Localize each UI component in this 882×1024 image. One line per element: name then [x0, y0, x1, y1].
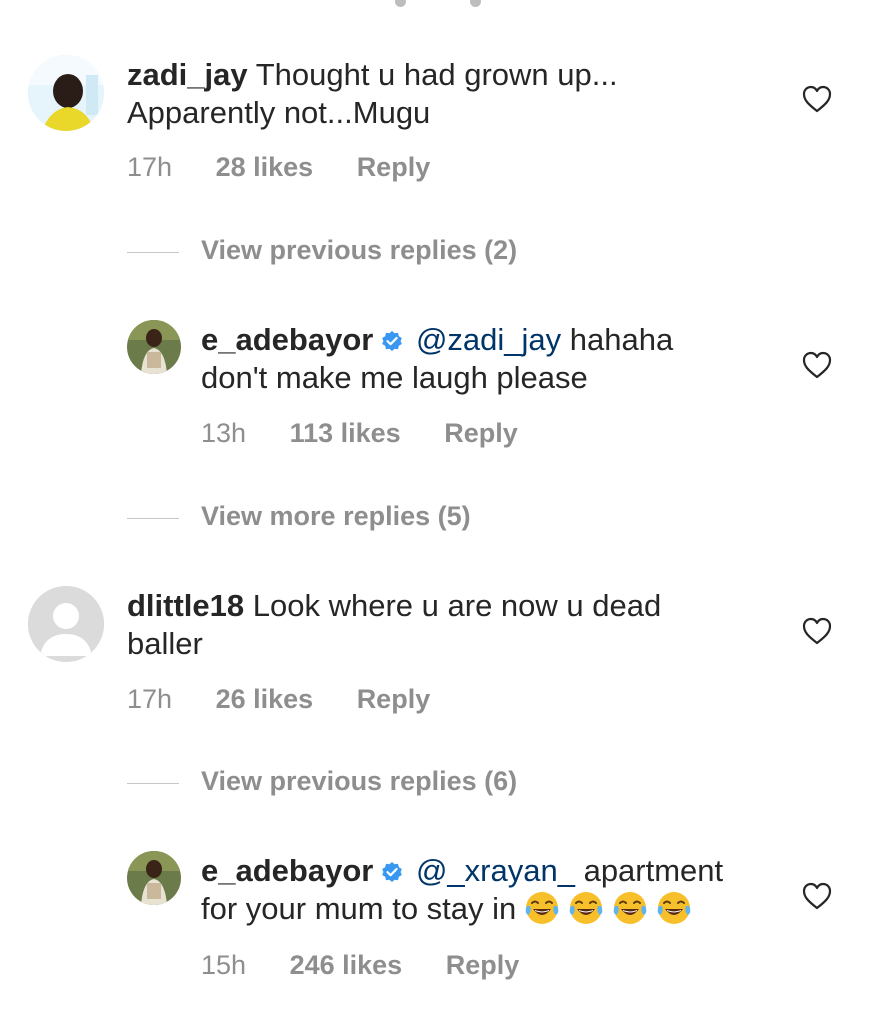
clipped-top-dots [0, 0, 882, 10]
timestamp: 17h [127, 152, 173, 182]
heart-outline-icon[interactable] [802, 85, 832, 113]
likes-count[interactable]: 246 likes [290, 950, 403, 980]
username[interactable]: e_adebayor [201, 322, 373, 357]
comment-body-line2: Apparently not...Mugu [127, 95, 431, 130]
comment-text: zadi_jay Thought u had grown up... Appar… [127, 56, 747, 132]
view-replies-label[interactable]: View more replies (5) [201, 501, 471, 532]
comment-body: apartment [583, 853, 724, 888]
comment-body-line2: for your mum to stay in [201, 891, 517, 926]
avatar[interactable] [127, 320, 181, 374]
comment-text: e_adebayor @_xrayan_ apartment for your … [201, 852, 781, 928]
tears-of-joy-emoji-icon [569, 892, 603, 924]
likes-count[interactable]: 28 likes [216, 152, 314, 182]
divider-line [127, 252, 179, 253]
heart-outline-icon[interactable] [802, 351, 832, 379]
tears-of-joy-emoji-icon [657, 892, 691, 924]
comment-meta: 17h 26 likes Reply [127, 684, 466, 715]
comment-meta: 15h 246 likes Reply [201, 950, 555, 981]
view-replies-label[interactable]: View previous replies (2) [201, 235, 517, 266]
view-replies-label[interactable]: View previous replies (6) [201, 766, 517, 797]
divider-line [127, 783, 179, 784]
mention-link[interactable]: @_xrayan_ [416, 853, 575, 888]
comment-text: e_adebayor @zadi_jay hahaha don't make m… [201, 321, 761, 397]
comment-body-line2: baller [127, 626, 203, 661]
timestamp: 17h [127, 684, 173, 714]
comment-meta: 17h 28 likes Reply [127, 152, 466, 183]
user-photo [28, 55, 104, 131]
username[interactable]: dlittle18 [127, 588, 244, 623]
avatar[interactable] [28, 586, 104, 662]
reply-button[interactable]: Reply [444, 418, 518, 448]
comment-meta: 13h 113 likes Reply [201, 418, 554, 449]
avatar[interactable] [28, 55, 104, 131]
user-photo [127, 851, 181, 905]
timestamp: 15h [201, 950, 247, 980]
tears-of-joy-emoji-icon [613, 892, 647, 924]
heart-outline-icon[interactable] [802, 617, 832, 645]
avatar[interactable] [127, 851, 181, 905]
divider-line [127, 518, 179, 519]
tears-of-joy-emoji-icon [525, 892, 559, 924]
mention-link[interactable]: @zadi_jay [416, 322, 561, 357]
default-avatar-icon [28, 586, 104, 662]
heart-outline-icon[interactable] [802, 882, 832, 910]
comment-body: Thought u had grown up... [255, 57, 618, 92]
likes-count[interactable]: 113 likes [290, 418, 401, 448]
comment-text: dlittle18 Look where u are now u dead ba… [127, 587, 747, 663]
verified-badge-icon [382, 862, 403, 882]
reply-button[interactable]: Reply [357, 152, 431, 182]
comment-body: Look where u are now u dead [252, 588, 662, 623]
reply-button[interactable]: Reply [357, 684, 431, 714]
comment-body-line2: don't make me laugh please [201, 360, 588, 395]
username[interactable]: e_adebayor [201, 853, 373, 888]
reply-button[interactable]: Reply [446, 950, 520, 980]
emoji-row [516, 891, 692, 926]
verified-badge-icon [382, 331, 403, 351]
username[interactable]: zadi_jay [127, 57, 248, 92]
user-photo [127, 320, 181, 374]
comment-body: hahaha [569, 322, 674, 357]
likes-count[interactable]: 26 likes [216, 684, 314, 714]
timestamp: 13h [201, 418, 247, 448]
